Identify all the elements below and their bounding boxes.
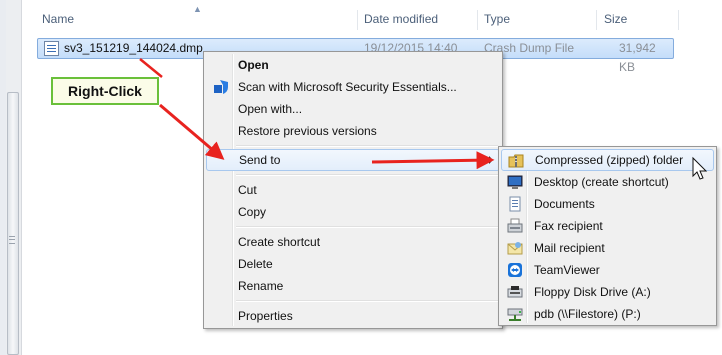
teamviewer-icon (508, 263, 522, 277)
submenu-item-label: Documents (534, 197, 595, 211)
file-size: 31,942 KB (619, 41, 656, 74)
send-to-compressed-folder[interactable]: Compressed (zipped) folder (501, 149, 714, 171)
menu-separator (236, 145, 498, 147)
annotation-arrow-to-file (139, 58, 163, 78)
column-header-size[interactable]: Size (604, 6, 627, 32)
menu-item-label: Cut (238, 183, 257, 197)
submenu-item-label: pdb (\\Filestore) (P:) (534, 307, 641, 321)
menu-item-label: Restore previous versions (238, 124, 377, 138)
menu-item-properties[interactable]: Properties (206, 305, 500, 327)
scrollbar-thumb[interactable] (7, 92, 19, 355)
zip-folder-icon (508, 154, 524, 168)
column-divider[interactable] (477, 10, 478, 30)
scrollbar-grip-icon (9, 236, 15, 244)
menu-item-label: Open (238, 58, 269, 72)
column-header-date-modified[interactable]: Date modified (364, 6, 438, 32)
menu-separator (236, 300, 498, 302)
submenu-item-label: TeamViewer (534, 263, 600, 277)
file-name: sv3_151219_144024.dmp (64, 41, 203, 55)
menu-item-label: Scan with Microsoft Security Essentials.… (238, 80, 457, 94)
submenu-item-label: Mail recipient (534, 241, 605, 255)
submenu-item-label: Fax recipient (534, 219, 603, 233)
network-drive-icon (507, 308, 523, 321)
submenu-arrow-icon (489, 156, 493, 164)
submenu-item-label: Compressed (zipped) folder (535, 153, 684, 167)
menu-item-label: Create shortcut (238, 235, 321, 249)
send-to-network-drive[interactable]: pdb (\\Filestore) (P:) (501, 303, 714, 325)
dump-file-icon (44, 41, 59, 56)
menu-item-restore-previous-versions[interactable]: Restore previous versions (206, 120, 500, 142)
send-to-floppy-drive[interactable]: Floppy Disk Drive (A:) (501, 281, 714, 303)
menu-separator (236, 174, 498, 176)
send-to-documents[interactable]: Documents (501, 193, 714, 215)
mail-icon (507, 242, 523, 255)
desktop-icon (507, 175, 523, 189)
menu-item-send-to[interactable]: Send to (206, 149, 500, 171)
submenu-item-label: Floppy Disk Drive (A:) (534, 285, 651, 299)
send-to-submenu: Compressed (zipped) folder Desktop (crea… (498, 146, 717, 326)
column-divider[interactable] (357, 10, 358, 30)
menu-item-label: Delete (238, 257, 273, 271)
right-click-callout: Right-Click (51, 77, 159, 105)
menu-item-create-shortcut[interactable]: Create shortcut (206, 231, 500, 253)
menu-item-delete[interactable]: Delete (206, 253, 500, 275)
floppy-drive-icon (507, 286, 523, 298)
fax-icon (507, 218, 523, 233)
menu-item-cut[interactable]: Cut (206, 179, 500, 201)
send-to-teamviewer[interactable]: TeamViewer (501, 259, 714, 281)
menu-item-label: Properties (238, 309, 293, 323)
menu-item-scan[interactable]: Scan with Microsoft Security Essentials.… (206, 76, 500, 98)
column-header-name[interactable]: Name (42, 6, 74, 32)
documents-icon (509, 196, 521, 212)
menu-item-open[interactable]: Open (206, 54, 500, 76)
send-to-mail-recipient[interactable]: Mail recipient (501, 237, 714, 259)
sort-ascending-icon: ▲ (193, 4, 202, 14)
security-essentials-icon (214, 80, 228, 94)
context-menu: Open Scan with Microsoft Security Essent… (203, 51, 503, 329)
column-header-row: Name ▲ Date modified Type Size (22, 4, 712, 32)
menu-item-label: Open with... (238, 102, 303, 116)
submenu-item-label: Desktop (create shortcut) (534, 175, 669, 189)
menu-separator (236, 226, 498, 228)
send-to-fax-recipient[interactable]: Fax recipient (501, 215, 714, 237)
menu-item-label: Copy (238, 205, 267, 219)
column-header-type[interactable]: Type (484, 6, 510, 32)
column-divider[interactable] (596, 10, 597, 30)
menu-item-rename[interactable]: Rename (206, 275, 500, 297)
column-divider[interactable] (678, 10, 679, 30)
menu-item-label: Rename (238, 279, 284, 293)
menu-item-open-with[interactable]: Open with... (206, 98, 500, 120)
menu-item-copy[interactable]: Copy (206, 201, 500, 223)
send-to-desktop[interactable]: Desktop (create shortcut) (501, 171, 714, 193)
vertical-scrollbar[interactable] (6, 0, 22, 355)
menu-item-label: Send to (239, 153, 281, 167)
